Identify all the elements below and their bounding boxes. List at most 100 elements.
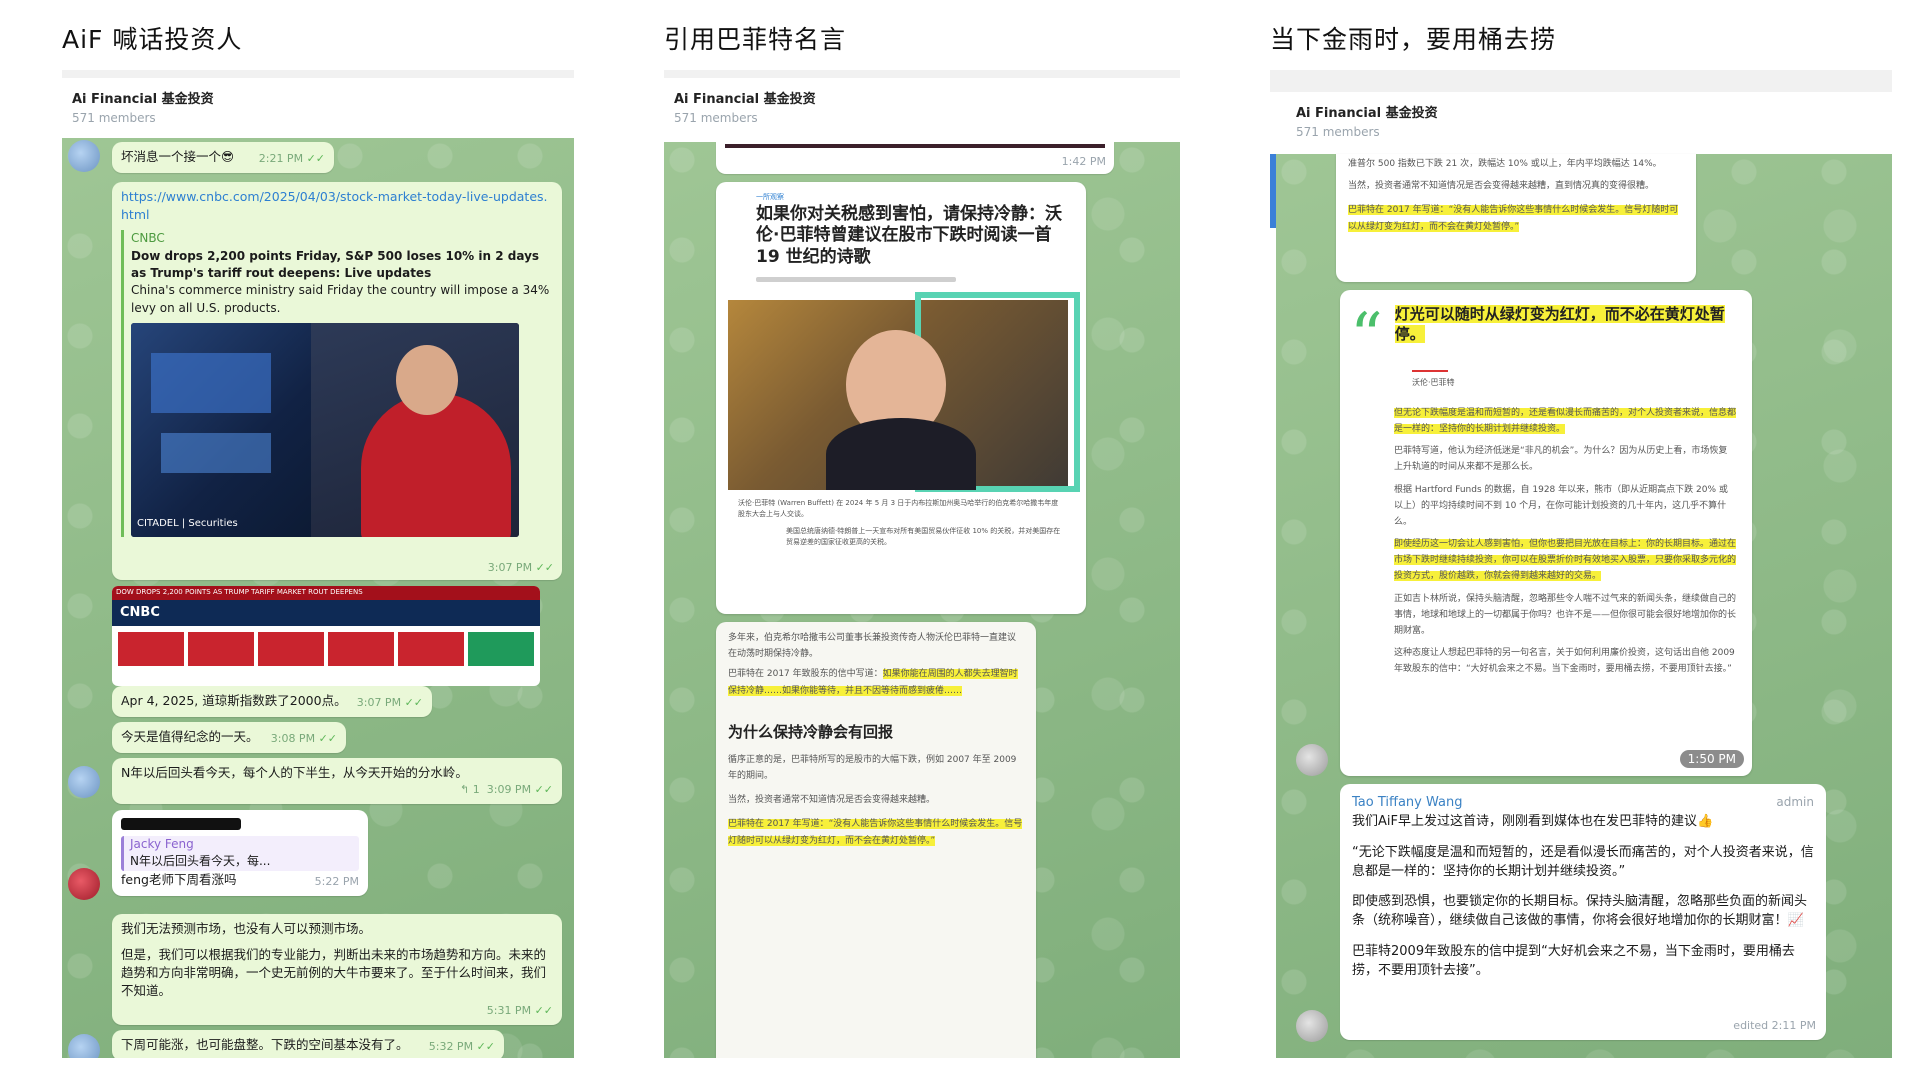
message-text: N年以后回头看今天，每个人的下半生，从今天开始的分水岭。: [121, 765, 468, 780]
chat-title: Ai Financial 基金投资: [1296, 106, 1438, 121]
avatar[interactable]: [68, 1034, 100, 1058]
article-paragraph: 巴菲特在 2017 年写道：“没有人能告诉你这些事情什么时候会发生。信号灯随时可…: [728, 819, 1023, 846]
message-meta: ↰ 1 3:09 PM ✓✓: [460, 783, 553, 797]
message-paragraph: “无论下跌幅度是温和而短暂的，还是看似漫长而痛苦的，对个人投资者来说，信息都是一…: [1352, 844, 1814, 879]
message-time: 3:07 PM ✓✓: [356, 696, 423, 709]
cnbc-screenshot-image[interactable]: DOW DROPS 2,200 POINTS AS TRUMP TARIFF M…: [112, 586, 540, 686]
article-paragraph: 这种态度让人想起巴菲特的另一句名言，关于如何利用廉价投资，这句话出自他 2009…: [1394, 648, 1735, 675]
article-headline: 如果你对关税感到害怕，请保持冷静：沃伦·巴菲特曾建议在股市下跌时阅读一首 19 …: [756, 204, 1062, 267]
message-time: 2:21 PM ✓✓: [258, 152, 325, 165]
preview-description: China's commerce ministry said Friday th…: [131, 283, 550, 315]
article-paragraph: 多年来，伯克希尔哈撒韦公司董事长兼投资传奇人物沃伦巴菲特一直建议在动荡时期保持冷…: [728, 633, 1017, 660]
buffett-photo: [728, 291, 1080, 492]
message-time: edited 2:11 PM: [1733, 1019, 1816, 1033]
reply-count[interactable]: ↰ 1: [460, 783, 480, 796]
message-time: 3:07 PM ✓✓: [487, 561, 554, 575]
reply-message-bubble[interactable]: Jacky Feng N年以后回头看今天，每... feng老师下周看涨吗 5:…: [112, 810, 368, 896]
message-time: 5:22 PM: [314, 874, 359, 888]
chat-background: 坏消息一个接一个😎 2:21 PM ✓✓ https://www.cnbc.co…: [62, 138, 574, 1058]
quoted-sender: Jacky Feng: [130, 837, 194, 851]
message-time: 3:08 PM ✓✓: [270, 732, 337, 745]
chat-members: 571 members: [674, 111, 758, 125]
section-title-3: 当下金雨时，要用桶去捞: [1270, 25, 1557, 54]
avatar[interactable]: [68, 140, 100, 172]
avatar[interactable]: [1296, 1010, 1328, 1042]
preview-headline: Dow drops 2,200 points Friday, S&P 500 l…: [131, 248, 540, 281]
article-paragraph: 循序正意的是，巴菲特所写的是股市的大幅下跌，例如 2007 年至 2009 年的…: [728, 754, 1017, 781]
message-text: 今天是值得纪念的一天。: [121, 729, 259, 744]
quote-text: 灯光可以随时从绿灯变为红灯，而不必在黄灯处暂停。: [1394, 305, 1725, 344]
message-sender[interactable]: Tao Tiffany Wang: [1352, 794, 1462, 813]
article-paragraph: 准普尔 500 指数已下跌 21 次，跌幅达 10% 或以上，年内平均跌幅达 1…: [1348, 159, 1662, 169]
admin-badge: admin: [1776, 795, 1814, 809]
chat-background: 准普尔 500 指数已下跌 21 次，跌幅达 10% 或以上，年内平均跌幅达 1…: [1270, 154, 1892, 1058]
message-text: feng老师下周看涨吗: [121, 871, 237, 887]
preview-image[interactable]: CITADEL | Securities: [131, 323, 519, 538]
message-paragraph: 我们无法预测市场，也没有人可以预测市场。: [121, 921, 372, 936]
photo-caption: 沃伦·巴菲特 (Warren Buffett) 在 2024 年 5 月 3 日…: [738, 498, 1059, 518]
chat-background: 1:42 PM 一所观察 如果你对关税感到害怕，请保持冷静：沃伦·巴菲特曾建议在…: [664, 142, 1180, 1058]
article-screenshot-top[interactable]: 准普尔 500 指数已下跌 21 次，跌幅达 10% 或以上，年内平均跌幅达 1…: [1336, 154, 1696, 282]
article-paragraph: 巴菲特写道，他认为经济低迷是“非凡的机会”。为什么？因为从历史上看，市场恢复上升…: [1394, 446, 1728, 473]
scroll-indicator: [1270, 154, 1276, 228]
section-title-2: 引用巴菲特名言: [664, 25, 847, 54]
article-paragraph: 当然，投资者通常不知道情况是否会变得越来越糟。: [728, 795, 936, 806]
avatar[interactable]: [1296, 744, 1328, 776]
chat-members: 571 members: [72, 111, 156, 125]
chat-members: 571 members: [1296, 125, 1380, 139]
chat-header[interactable]: Ai Financial 基金投资 571 members: [664, 78, 1180, 134]
article-link[interactable]: https://www.cnbc.com/2025/04/03/stock-ma…: [121, 188, 553, 224]
avatar[interactable]: [68, 766, 100, 798]
cnbc-logo: CNBC: [112, 600, 540, 626]
chat-title: Ai Financial 基金投资: [674, 92, 816, 107]
message-text: 下周可能涨，也可能盘整。下跌的空间基本没有了。: [121, 1037, 409, 1052]
link-message-bubble[interactable]: https://www.cnbc.com/2025/04/03/stock-ma…: [112, 182, 562, 580]
message-paragraph: 但是，我们可以根据我们的专业能力，判断出未来的市场趋势和方向。未来的趋势和方向非…: [121, 947, 547, 999]
message-text: 坏消息一个接一个😎: [121, 149, 235, 164]
chat-header[interactable]: Ai Financial 基金投资 571 members: [62, 78, 574, 134]
article-lead: 美国总统唐纳德·特朗普上一天宣布对所有美国贸易伙伴征收 10% 的关税，并对美国…: [786, 527, 1061, 547]
chat-header[interactable]: Ai Financial 基金投资 571 members: [1270, 92, 1892, 148]
message-text: Apr 4, 2025, 道琼斯指数跌了2000点。: [121, 693, 347, 708]
message-bubble[interactable]: 坏消息一个接一个😎 2:21 PM ✓✓: [112, 142, 334, 173]
message-bubble[interactable]: 下周可能涨，也可能盘整。下跌的空间基本没有了。 5:32 PM ✓✓: [112, 1030, 504, 1058]
article-screenshot-image-2[interactable]: 多年来，伯克希尔哈撒韦公司董事长兼投资传奇人物沃伦巴菲特一直建议在动荡时期保持冷…: [716, 622, 1036, 1058]
message-time: 1:42 PM: [1061, 155, 1106, 169]
image-caption: CITADEL | Securities: [137, 517, 238, 529]
message-bubble[interactable]: N年以后回头看今天，每个人的下半生，从今天开始的分水岭。 ↰ 1 3:09 PM…: [112, 758, 562, 805]
right-screenshot-panel: Ai Financial 基金投资 571 members 准普尔 500 指数…: [1270, 70, 1892, 1058]
message-bubble[interactable]: Apr 4, 2025, 道琼斯指数跌了2000点。 3:07 PM ✓✓: [112, 686, 432, 717]
article-paragraph: 巴菲特在 2017 年写道：“没有人能告诉你这些事情什么时候会发生。信号灯随时可…: [1348, 205, 1679, 232]
message-time: 5:31 PM ✓✓: [486, 1003, 553, 1017]
quoted-reply[interactable]: Jacky Feng N年以后回头看今天，每...: [121, 836, 359, 871]
admin-message-bubble[interactable]: Tao Tiffany Wang admin 我们AiF早上发过这首诗，刚刚看到…: [1340, 784, 1826, 1040]
article-paragraph: 但无论下跌幅度是温和而短暂的，还是看似漫长而痛苦的，对个人投资者来说，信息都是一…: [1394, 407, 1737, 434]
breaking-ticker: DOW DROPS 2,200 POINTS AS TRUMP TARIFF M…: [112, 586, 540, 600]
message-bubble[interactable]: 我们无法预测市场，也没有人可以预测市场。 但是，我们可以根据我们的专业能力，判断…: [112, 914, 562, 1025]
article-tag: 一所观察: [756, 193, 784, 201]
article-paragraph: 当然，投资者通常不知道情况是否会变得越来越糟，直到情况真的变得很糟。: [1348, 181, 1655, 192]
image-time-badge: 1:50 PM: [1679, 750, 1744, 768]
article-paragraph: 根据 Hartford Funds 的数据，自 1928 年以来，熊市（即从近期…: [1394, 484, 1728, 527]
link-preview[interactable]: CNBC Dow drops 2,200 points Friday, S&P …: [121, 230, 553, 538]
article-paragraph: 巴菲特在 2017 年致股东的信中写道：如果你能在周围的人都失去理智时保持冷静……: [728, 669, 1018, 696]
article-screenshot-image[interactable]: 一所观察 如果你对关税感到害怕，请保持冷静：沃伦·巴菲特曾建议在股市下跌时阅读一…: [716, 182, 1086, 614]
previous-message-bubble[interactable]: 1:42 PM: [716, 142, 1114, 174]
article-paragraph: 正如吉卜林所说，保持头脑清醒，忽略那些令人喘不过气来的新闻头条，继续做自己的事情…: [1394, 593, 1737, 637]
preview-source: CNBC: [131, 231, 165, 246]
middle-screenshot-panel: Ai Financial 基金投资 571 members 1:42 PM 一所…: [664, 70, 1180, 1058]
article-screenshot-quote[interactable]: “ 灯光可以随时从绿灯变为红灯，而不必在黄灯处暂停。 沃伦·巴菲特 但无论下跌幅…: [1340, 290, 1752, 776]
quote-author: 沃伦·巴菲特: [1412, 378, 1455, 388]
message-bubble[interactable]: 今天是值得纪念的一天。 3:08 PM ✓✓: [112, 722, 346, 753]
message-paragraph: 我们AiF早上发过这首诗，刚刚看到媒体也在发巴菲特的建议👍: [1352, 813, 1714, 829]
message-time: 5:32 PM ✓✓: [428, 1040, 495, 1053]
section-title-1: AiF 喊话投资人: [62, 25, 243, 54]
article-paragraph: 即使经历这一切会让人感到害怕，但你也要把目光放在目标上：你的长期目标。通过在市场…: [1394, 539, 1737, 582]
left-screenshot-panel: Ai Financial 基金投资 571 members 坏消息一个接一个😎 …: [62, 70, 574, 1058]
message-paragraph: 巴菲特2009年致股东的信中提到“大好机会来之不易，当下金雨时，要用桶去捞，不要…: [1352, 944, 1795, 978]
redacted-name: [121, 818, 241, 830]
message-paragraph: 即使感到恐惧，也要锁定你的长期目标。保持头脑清醒，忽略那些负面的新闻头条（统称噪…: [1352, 894, 1808, 929]
avatar[interactable]: [68, 868, 100, 900]
article-section-heading: 为什么保持冷静会有回报: [728, 722, 894, 741]
quoted-text: N年以后回头看今天，每...: [130, 854, 271, 869]
